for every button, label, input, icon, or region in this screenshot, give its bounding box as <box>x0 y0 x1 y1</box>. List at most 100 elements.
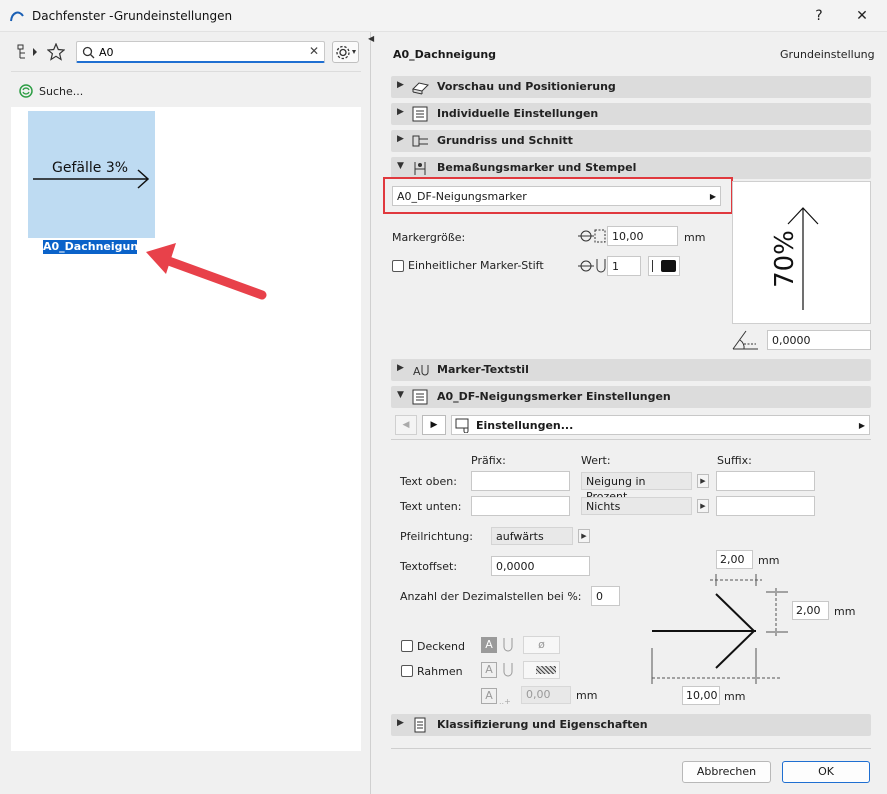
prev-page-button[interactable]: ◀ <box>395 415 417 435</box>
collapse-icon: ▼ <box>397 390 404 400</box>
section-individual[interactable]: ▶ Individuelle Einstellungen <box>391 103 871 125</box>
text-top-value-arrow-icon[interactable]: ▶ <box>697 474 709 488</box>
section-marker-text-style[interactable]: ▶ A Marker-Textstil <box>391 359 871 381</box>
collapse-pane-icon[interactable]: ◀ <box>368 34 374 43</box>
settings-page-select[interactable]: Einstellungen... ▶ <box>451 415 870 435</box>
marker-size-unit: mm <box>684 231 706 244</box>
close-button[interactable]: ✕ <box>851 6 873 26</box>
rotation-angle-input[interactable]: 0,0000 <box>767 330 871 350</box>
pen-icon <box>578 259 606 273</box>
uniform-pen-label: Einheitlicher Marker-Stift <box>408 259 544 272</box>
marker-size-label: Markergröße: <box>392 231 466 244</box>
frame-label: Rahmen <box>417 665 463 678</box>
section-preview[interactable]: ▶ Vorschau und Positionierung <box>391 76 871 98</box>
library-tree-icon[interactable] <box>16 44 42 60</box>
individual-settings-icon <box>412 106 428 122</box>
opaque-pen-icon[interactable] <box>501 637 515 653</box>
opaque-fill-select[interactable]: ø <box>523 636 560 654</box>
dim-top-input[interactable]: 2,00 <box>716 550 753 569</box>
section-marker-settings[interactable]: ▼ A0_DF-Neigungsmerker Einstellungen <box>391 386 871 408</box>
value-column-header: Wert: <box>581 454 611 467</box>
pen-number-input[interactable]: 1 <box>607 256 641 276</box>
settings-page-icon <box>455 418 469 433</box>
search-input[interactable] <box>99 44 299 60</box>
decimals-input[interactable]: 0 <box>591 586 620 606</box>
section-classification[interactable]: ▶ Klassifizierung und Eigenschaften <box>391 714 871 736</box>
search-icon <box>82 46 95 59</box>
text-offset-label: Textoffset: <box>400 560 458 573</box>
library-item-label[interactable]: A0_Dachneigung <box>43 240 146 254</box>
arrow-direction-select[interactable]: aufwärts <box>491 527 573 545</box>
thumbnail-arrow-icon <box>33 169 150 189</box>
text-bottom-label: Text unten: <box>400 500 462 513</box>
preview-icon <box>412 82 429 95</box>
frame-pen-icon[interactable] <box>501 662 515 678</box>
dim-bottom-unit: mm <box>724 690 746 703</box>
text-bottom-suffix-input[interactable] <box>716 496 815 516</box>
window-title: Dachfenster -Grundeinstellungen <box>32 9 233 23</box>
text-bottom-prefix-input[interactable] <box>471 496 570 516</box>
cancel-button[interactable]: Abbrechen <box>682 761 771 783</box>
frame-checkbox[interactable] <box>401 665 413 677</box>
expand-icon: ▶ <box>397 718 404 728</box>
preview-text: 70% <box>770 230 800 288</box>
frame-offset-icon: A <box>481 688 497 704</box>
arrow-direction-arrow-icon[interactable]: ▶ <box>578 529 590 543</box>
frame-offset-unit: mm <box>576 689 598 702</box>
default-settings-label: Grundeinstellung <box>780 48 875 61</box>
marker-geometry-diagram <box>651 574 788 684</box>
text-top-suffix-input[interactable] <box>716 471 815 491</box>
expand-icon: ▶ <box>397 80 404 90</box>
frame-offset-dots: ..+ <box>499 697 511 706</box>
text-top-value-select[interactable]: Neigung in Prozent <box>581 472 692 503</box>
section-dimension-marker[interactable]: ▼ Bemaßungsmarker und Stempel <box>391 157 871 179</box>
help-button[interactable]: ? <box>808 6 830 26</box>
dim-top-unit: mm <box>758 554 780 567</box>
pen-color-swatch[interactable] <box>648 256 680 276</box>
pane-splitter[interactable] <box>370 32 371 794</box>
text-offset-input[interactable]: 0,0000 <box>491 556 590 576</box>
object-name: A0_Dachneigung <box>393 48 497 61</box>
frame-offset-input[interactable]: 0,00 <box>521 686 571 704</box>
uniform-pen-checkbox[interactable] <box>392 260 404 272</box>
marker-size-input[interactable]: 10,00 <box>607 226 678 246</box>
dim-right-unit: mm <box>834 605 856 618</box>
preview-arrow-icon <box>787 207 819 310</box>
prefix-column-header: Präfix: <box>471 454 506 467</box>
search-refresh-icon[interactable] <box>19 84 33 98</box>
dim-bottom-input[interactable]: 10,00 <box>682 686 720 705</box>
library-item-thumbnail[interactable]: Gefälle 3% <box>28 111 155 238</box>
dimension-marker-icon <box>414 162 426 175</box>
annotation-arrow-icon <box>146 243 267 300</box>
opaque-checkbox[interactable] <box>401 640 413 652</box>
chevron-right-icon: ▶ <box>709 192 716 201</box>
clear-search-icon[interactable]: ✕ <box>309 44 319 58</box>
section-floorplan[interactable]: ▶ Grundriss und Schnitt <box>391 130 871 152</box>
ok-button[interactable]: OK <box>782 761 870 783</box>
arrow-direction-label: Pfeilrichtung: <box>400 530 473 543</box>
opaque-fill-icon[interactable]: A <box>481 637 497 653</box>
expand-icon: ▶ <box>397 107 404 117</box>
next-page-button[interactable]: ▶ <box>422 415 446 435</box>
app-logo-icon <box>10 11 24 22</box>
marker-type-select[interactable]: A0_DF-Neigungsmarker ▶ <box>392 186 721 206</box>
text-top-prefix-input[interactable] <box>471 471 570 491</box>
text-bottom-value-select[interactable]: Nichts <box>581 497 692 515</box>
search-field[interactable]: ✕ <box>76 41 325 63</box>
collapse-icon: ▼ <box>397 161 404 171</box>
dim-right-input[interactable]: 2,00 <box>792 601 829 620</box>
frame-pen-a-icon[interactable]: A <box>481 662 497 678</box>
expand-icon: ▶ <box>397 363 404 373</box>
floorplan-icon <box>412 135 428 147</box>
text-top-label: Text oben: <box>400 475 457 488</box>
rotation-angle-icon <box>732 330 758 350</box>
library-settings-button[interactable] <box>332 41 359 63</box>
hatch-icon <box>536 666 556 674</box>
favorites-star-icon[interactable] <box>47 43 65 61</box>
expand-icon: ▶ <box>397 134 404 144</box>
svg-text:A: A <box>413 365 421 378</box>
frame-line-select[interactable] <box>523 661 560 679</box>
chevron-right-icon: ▶ <box>858 421 865 430</box>
text-bottom-value-arrow-icon[interactable]: ▶ <box>697 499 709 513</box>
search-link[interactable]: Suche... <box>39 85 83 98</box>
